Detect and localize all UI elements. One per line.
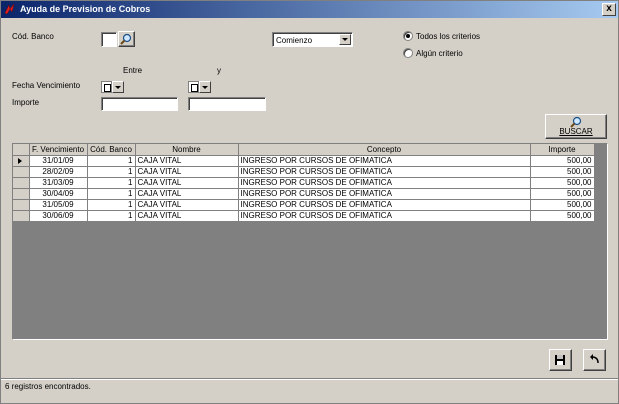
table-cell[interactable]: 1 bbox=[87, 177, 136, 189]
y-label: y bbox=[217, 66, 221, 75]
table-cell[interactable]: 1 bbox=[87, 155, 136, 167]
fecha-desde-picker[interactable] bbox=[101, 81, 124, 93]
table-cell[interactable]: 500,00 bbox=[530, 188, 595, 200]
table-cell[interactable]: 30/04/09 bbox=[29, 188, 88, 200]
column-header[interactable]: Cód. Banco bbox=[87, 144, 136, 156]
magnifier-icon bbox=[120, 33, 132, 45]
entre-label: Entre bbox=[123, 66, 143, 75]
table-cell[interactable]: CAJA VITAL bbox=[135, 155, 239, 167]
status-text: 6 registros encontrados. bbox=[5, 382, 91, 391]
table-row[interactable]: 31/01/09 1 CAJA VITAL INGRESO POR CURSOS… bbox=[13, 155, 595, 167]
table-cell[interactable]: 31/01/09 bbox=[29, 155, 88, 167]
calendar-icon bbox=[101, 81, 112, 93]
cod-banco-lookup-button[interactable] bbox=[118, 31, 135, 47]
table-row[interactable]: 31/05/09 1 CAJA VITAL INGRESO POR CURSOS… bbox=[13, 199, 595, 211]
row-indicator[interactable] bbox=[13, 188, 30, 200]
chevron-down-icon[interactable] bbox=[339, 34, 351, 45]
match-mode-select[interactable]: Comienzo bbox=[272, 32, 353, 47]
column-header[interactable]: Importe bbox=[530, 144, 595, 156]
status-bar: 6 registros encontrados. bbox=[1, 378, 618, 403]
table-cell[interactable]: 1 bbox=[87, 210, 136, 222]
table-cell[interactable]: 500,00 bbox=[530, 199, 595, 211]
prevision-cobros-window: Ayuda de Prevision de Cobros x Cód. Banc… bbox=[0, 0, 619, 404]
save-button[interactable] bbox=[549, 349, 572, 371]
buscar-button[interactable]: BUSCAR bbox=[545, 114, 607, 139]
close-button[interactable]: x bbox=[602, 3, 616, 16]
table-cell[interactable]: INGRESO POR CURSOS DE OFIMATICA bbox=[238, 177, 531, 189]
chevron-down-icon[interactable] bbox=[112, 81, 124, 93]
row-indicator[interactable] bbox=[13, 177, 30, 189]
match-mode-value: Comienzo bbox=[276, 36, 313, 45]
table-cell[interactable]: 1 bbox=[87, 199, 136, 211]
app-icon bbox=[4, 3, 15, 15]
table-cell[interactable]: 1 bbox=[87, 166, 136, 178]
cod-banco-label: Cód. Banco bbox=[12, 32, 54, 41]
undo-button[interactable] bbox=[583, 349, 606, 371]
table-row[interactable]: 28/02/09 1 CAJA VITAL INGRESO POR CURSOS… bbox=[13, 166, 595, 178]
table-cell[interactable]: CAJA VITAL bbox=[135, 188, 239, 200]
results-grid[interactable]: F. Vencimiento Cód. Banco Nombre Concept… bbox=[12, 143, 608, 340]
row-indicator[interactable] bbox=[13, 166, 30, 178]
algun-criterio-label: Algún criterio bbox=[416, 49, 463, 58]
table-row[interactable]: 30/06/09 1 CAJA VITAL INGRESO POR CURSOS… bbox=[13, 210, 595, 222]
row-indicator[interactable] bbox=[13, 199, 30, 211]
fecha-vencimiento-label: Fecha Vencimiento bbox=[12, 81, 81, 90]
floppy-disk-icon bbox=[555, 355, 565, 365]
column-header[interactable]: Nombre bbox=[135, 144, 239, 156]
table-cell[interactable]: INGRESO POR CURSOS DE OFIMATICA bbox=[238, 210, 531, 222]
buscar-label: BUSCAR bbox=[559, 127, 593, 136]
table-cell[interactable]: CAJA VITAL bbox=[135, 166, 239, 178]
cod-banco-input[interactable] bbox=[101, 32, 117, 47]
table-cell[interactable]: INGRESO POR CURSOS DE OFIMATICA bbox=[238, 188, 531, 200]
importe-label: Importe bbox=[12, 98, 40, 107]
row-indicator[interactable] bbox=[13, 155, 30, 167]
table-cell[interactable]: 500,00 bbox=[530, 155, 595, 167]
table-cell[interactable]: INGRESO POR CURSOS DE OFIMATICA bbox=[238, 199, 531, 211]
table-row[interactable]: 31/03/09 1 CAJA VITAL INGRESO POR CURSOS… bbox=[13, 177, 595, 189]
calendar-icon bbox=[188, 81, 199, 93]
table-cell[interactable]: CAJA VITAL bbox=[135, 210, 239, 222]
todos-criterios-radio[interactable] bbox=[403, 31, 413, 41]
results-table: F. Vencimiento Cód. Banco Nombre Concept… bbox=[13, 144, 595, 222]
importe-hasta-input[interactable] bbox=[188, 97, 266, 111]
table-cell[interactable]: 30/06/09 bbox=[29, 210, 88, 222]
undo-arrow-icon bbox=[590, 354, 599, 364]
current-row-pointer-icon bbox=[18, 157, 22, 164]
fecha-hasta-picker[interactable] bbox=[188, 81, 211, 93]
table-cell[interactable]: 1 bbox=[87, 188, 136, 200]
table-cell[interactable]: 31/05/09 bbox=[29, 199, 88, 211]
table-cell[interactable]: INGRESO POR CURSOS DE OFIMATICA bbox=[238, 166, 531, 178]
row-indicator[interactable] bbox=[13, 210, 30, 222]
algun-criterio-radio[interactable] bbox=[403, 48, 413, 58]
table-cell[interactable]: INGRESO POR CURSOS DE OFIMATICA bbox=[238, 155, 531, 167]
table-cell[interactable]: 500,00 bbox=[530, 177, 595, 189]
chevron-down-icon[interactable] bbox=[199, 81, 211, 93]
table-cell[interactable]: 28/02/09 bbox=[29, 166, 88, 178]
table-row[interactable]: 30/04/09 1 CAJA VITAL INGRESO POR CURSOS… bbox=[13, 188, 595, 200]
todos-criterios-label: Todos los criterios bbox=[416, 32, 481, 41]
table-cell[interactable]: CAJA VITAL bbox=[135, 199, 239, 211]
importe-desde-input[interactable] bbox=[101, 97, 178, 111]
column-header[interactable]: Concepto bbox=[238, 144, 531, 156]
window-title: Ayuda de Prevision de Cobros bbox=[20, 4, 151, 14]
table-cell[interactable]: 500,00 bbox=[530, 210, 595, 222]
table-header-row: F. Vencimiento Cód. Banco Nombre Concept… bbox=[13, 144, 595, 156]
table-cell[interactable]: CAJA VITAL bbox=[135, 177, 239, 189]
row-indicator-header bbox=[13, 144, 30, 156]
table-cell[interactable]: 31/03/09 bbox=[29, 177, 88, 189]
title-bar[interactable]: Ayuda de Prevision de Cobros x bbox=[1, 1, 618, 18]
table-cell[interactable]: 500,00 bbox=[530, 166, 595, 178]
column-header[interactable]: F. Vencimiento bbox=[29, 144, 88, 156]
